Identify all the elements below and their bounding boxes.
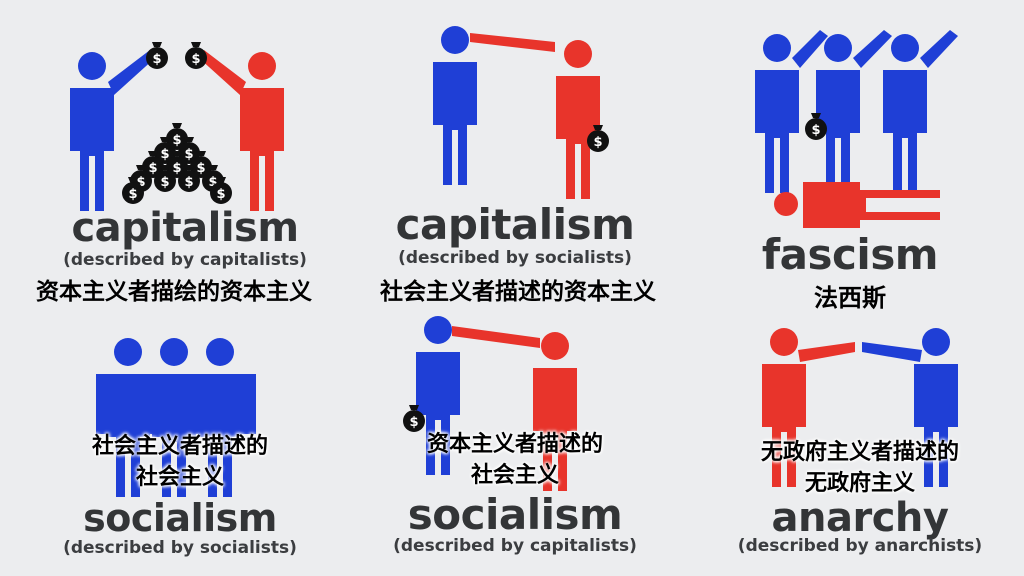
panel6-title: anarchy	[771, 495, 949, 541]
panel3-caption: 法西斯	[814, 284, 886, 312]
meme-image: $	[0, 0, 1024, 576]
panel5-caption-line1: 资本主义者描述的	[426, 432, 603, 457]
panel4-subtitle: (described by socialists)	[63, 538, 297, 558]
panel2-caption: 社会主义者描述的资本主义	[380, 279, 656, 305]
person-figure-icon	[556, 40, 600, 199]
money-bag-icon	[185, 42, 207, 69]
panel1-subtitle: (described by capitalists)	[63, 250, 307, 270]
panel3-title: fascism	[761, 230, 939, 279]
person-figure-icon	[240, 52, 284, 211]
panel1-caption: 资本主义者描绘的资本主义	[36, 279, 312, 305]
panel2-title: capitalism	[395, 200, 635, 249]
panel5-subtitle: (described by capitalists)	[393, 536, 637, 556]
person-figure-icon	[70, 52, 114, 211]
panel2-subtitle: (described by socialists)	[398, 248, 632, 268]
money-bag-icon	[146, 42, 168, 69]
panel1-title: capitalism	[71, 205, 299, 251]
person-figure-icon	[433, 26, 477, 185]
panel5-title: socialism	[407, 490, 623, 539]
panel6-caption-line1: 无政府主义者描述的	[760, 440, 959, 465]
panel5-caption-line2: 社会主义	[470, 463, 559, 488]
money-pile	[122, 123, 232, 204]
panel4-caption-line2: 社会主义	[135, 465, 224, 490]
panel4-caption-line1: 社会主义者描述的	[91, 434, 268, 459]
panel4-title: socialism	[83, 496, 277, 540]
panel6-subtitle: (described by anarchists)	[737, 536, 983, 556]
panel3-figures	[755, 30, 958, 228]
panel1-figures	[70, 42, 284, 211]
panel2-figures	[433, 26, 609, 199]
